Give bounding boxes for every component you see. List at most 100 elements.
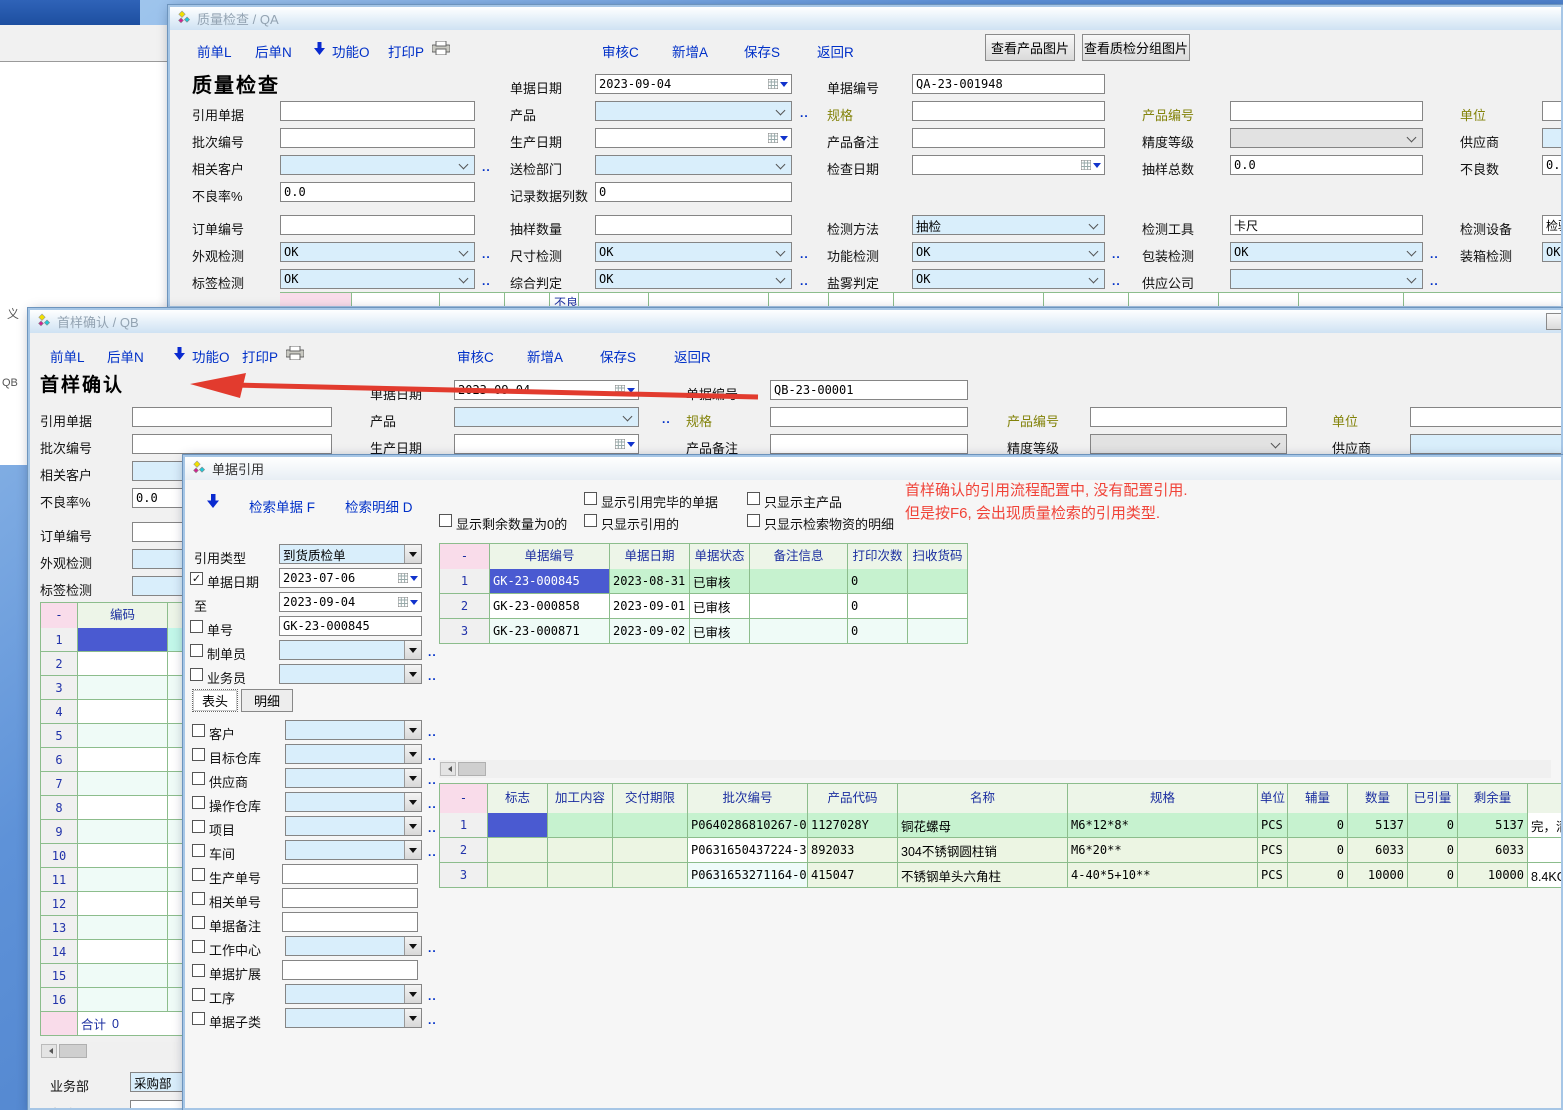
qa-dimension-dropdown[interactable]: OK <box>595 242 792 262</box>
filter-doc-note-checkbox[interactable] <box>192 916 205 929</box>
qb-menu-prev[interactable]: 前单L <box>50 346 85 366</box>
qa-product-no-input[interactable] <box>1230 101 1423 121</box>
calendar-icon[interactable] <box>765 75 791 93</box>
qa-supply-co-more[interactable]: .. <box>1430 274 1439 288</box>
calendar-icon[interactable] <box>612 435 638 453</box>
filter-maker-dropdown[interactable] <box>279 640 422 660</box>
calendar-icon[interactable] <box>1078 156 1104 174</box>
docref-checkbox-only-main[interactable] <box>747 492 760 505</box>
qa-customer-more[interactable]: .. <box>482 160 491 174</box>
qa-customer-dropdown[interactable] <box>280 155 475 175</box>
docref-checkbox-only-ref[interactable] <box>584 514 597 527</box>
filter-maker-more[interactable]: .. <box>428 645 437 659</box>
qb-prod-date-field[interactable] <box>454 434 639 454</box>
qb-spec-input[interactable] <box>770 407 968 427</box>
qa-order-no-input[interactable] <box>280 215 475 235</box>
docref-checkbox-only-detail[interactable] <box>747 514 760 527</box>
dropdown-button-icon[interactable] <box>404 793 421 811</box>
qb-ref-doc-input[interactable] <box>132 407 332 427</box>
qa-packing-more[interactable]: .. <box>1430 247 1439 261</box>
qa-salt-spray-more[interactable]: .. <box>1112 274 1121 288</box>
calendar-icon[interactable] <box>612 381 638 399</box>
filter-doc-subtype-dropdown[interactable] <box>285 1008 422 1028</box>
filter-supplier-more[interactable]: .. <box>428 773 437 787</box>
filter-supplier-checkbox[interactable] <box>192 772 205 785</box>
scroll-left-icon[interactable] <box>440 762 456 776</box>
filter-doc-ext-input[interactable] <box>282 960 418 980</box>
filter-doc-no-input[interactable] <box>279 616 422 636</box>
docref-doc-table-row[interactable]: 1 GK-23-000845 2023-08-31 已审核 0 <box>439 569 968 594</box>
qa-product-more[interactable]: .. <box>800 106 809 120</box>
qb-menu-save[interactable]: 保存S <box>600 346 636 366</box>
filter-process-checkbox[interactable] <box>192 988 205 1001</box>
filter-supplier-dropdown[interactable] <box>285 768 422 788</box>
qb-menu-audit[interactable]: 审核C <box>457 346 494 366</box>
qb-product-note-input[interactable] <box>770 434 968 454</box>
qa-ref-doc-input[interactable] <box>280 101 475 121</box>
docref-checkbox-show-finished[interactable] <box>584 492 597 505</box>
qa-salt-spray-dropdown[interactable]: OK <box>912 269 1105 289</box>
filter-prod-no-input[interactable] <box>282 864 418 884</box>
qb-doc-date-field[interactable]: 2023-09-04 <box>454 380 639 400</box>
dropdown-button-icon[interactable] <box>404 641 421 659</box>
filter-workshop-more[interactable]: .. <box>428 845 437 859</box>
filter-process-dropdown[interactable] <box>285 984 422 1004</box>
qb-unit-input[interactable] <box>1410 407 1563 427</box>
qa-menu-next[interactable]: 后单N <box>255 41 292 61</box>
qa-label-chk-dropdown[interactable]: OK <box>280 269 475 289</box>
qa-check-date-field[interactable] <box>912 155 1105 175</box>
calendar-icon[interactable] <box>765 129 791 147</box>
qa-visual-dropdown[interactable]: OK <box>280 242 475 262</box>
qa-data-cols-input[interactable] <box>595 182 792 202</box>
qb-menu-back[interactable]: 返回R <box>674 346 711 366</box>
filter-target-wh-checkbox[interactable] <box>192 748 205 761</box>
filter-salesman-more[interactable]: .. <box>428 669 437 683</box>
docref-search-detail-link[interactable]: 检索明细 D <box>345 496 413 516</box>
qb-menu-print[interactable]: 打印P <box>242 346 278 366</box>
qa-method-dropdown[interactable]: 抽检 <box>912 215 1105 235</box>
qa-batch-no-input[interactable] <box>280 128 475 148</box>
printer-icon[interactable] <box>432 41 450 60</box>
filter-target-wh-dropdown[interactable] <box>285 744 422 764</box>
filter-doc-subtype-checkbox[interactable] <box>192 1012 205 1025</box>
qb-menu-func[interactable]: 功能O <box>192 346 230 366</box>
calendar-icon[interactable] <box>395 593 421 611</box>
qa-label-chk-more[interactable]: .. <box>482 274 491 288</box>
qa-dimension-more[interactable]: .. <box>800 247 809 261</box>
tab-detail[interactable]: 明细 <box>241 689 293 712</box>
filter-customer-more[interactable]: .. <box>428 725 437 739</box>
qa-menu-prev[interactable]: 前单L <box>197 41 232 61</box>
docref-doc-table-row[interactable]: 3 GK-23-000871 2023-09-02 已审核 0 <box>439 619 968 644</box>
dropdown-button-icon[interactable] <box>404 721 421 739</box>
qa-defect-qty-input[interactable] <box>1542 155 1563 175</box>
filter-op-wh-more[interactable]: .. <box>428 797 437 811</box>
qa-titlebar[interactable]: 质量检查 / QA <box>170 7 1561 30</box>
qa-tool-input[interactable] <box>1230 215 1423 235</box>
filter-doc-date-field[interactable]: 2023-07-06 <box>279 568 422 588</box>
filter-project-checkbox[interactable] <box>192 820 205 833</box>
filter-maker-checkbox[interactable] <box>190 644 203 657</box>
qa-visual-more[interactable]: .. <box>482 247 491 261</box>
qb-menu-add[interactable]: 新增A <box>527 346 563 366</box>
dropdown-button-icon[interactable] <box>404 665 421 683</box>
filter-doc-date-checkbox[interactable] <box>190 572 203 585</box>
docref-titlebar[interactable]: 单据引用 <box>185 457 1561 480</box>
qb-product-dropdown[interactable] <box>454 407 639 427</box>
qb-product-more[interactable]: .. <box>662 412 671 426</box>
qa-sample-qty-input[interactable] <box>595 215 792 235</box>
filter-work-center-more[interactable]: .. <box>428 941 437 955</box>
qa-sample-total-input[interactable] <box>1230 155 1423 175</box>
filter-op-wh-checkbox[interactable] <box>192 796 205 809</box>
qa-doc-no-input[interactable] <box>912 74 1105 94</box>
qa-product-dropdown[interactable] <box>595 101 792 121</box>
dropdown-button-icon[interactable] <box>404 1009 421 1027</box>
qb-titlebar-button[interactable] <box>1546 313 1562 330</box>
scroll-left-icon[interactable] <box>41 1044 57 1058</box>
dropdown-button-icon[interactable] <box>404 745 421 763</box>
docref-search-doc-link[interactable]: 检索单据 F <box>249 496 315 516</box>
docref-doc-table-row[interactable]: 2 GK-23-000858 2023-09-01 已审核 0 <box>439 594 968 619</box>
filter-doc-no-checkbox[interactable] <box>190 620 203 633</box>
filter-ref-type-dropdown[interactable]: 到货质检单 <box>279 544 422 564</box>
filter-rel-no-input[interactable] <box>282 888 418 908</box>
filter-doc-note-input[interactable] <box>282 912 418 932</box>
